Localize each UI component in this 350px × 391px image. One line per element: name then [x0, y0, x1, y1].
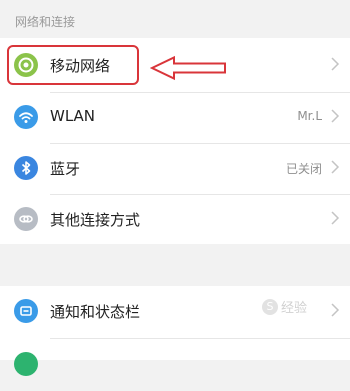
bluetooth-icon — [14, 156, 38, 180]
chevron-right-icon — [331, 211, 340, 225]
settings-item-partial[interactable] — [0, 339, 350, 391]
chevron-right-icon — [331, 57, 340, 71]
watermark-text: 经验 — [281, 301, 308, 316]
notification-icon — [14, 299, 38, 323]
link-icon — [14, 207, 38, 231]
annotation-highlight-box — [7, 45, 139, 85]
settings-item-other-connections[interactable]: 其他连接方式 — [0, 194, 350, 246]
watermark: S 经验 — [262, 297, 307, 316]
settings-item-bluetooth[interactable]: 蓝牙 已关闭 — [0, 143, 350, 195]
wlan-label: WLAN — [50, 107, 96, 125]
settings-item-wlan[interactable]: WLAN Mr.L — [0, 92, 350, 144]
watermark-logo: S — [262, 298, 278, 315]
wifi-icon — [14, 105, 38, 129]
annotation-arrow-icon — [150, 55, 226, 81]
bluetooth-label: 蓝牙 — [50, 160, 81, 178]
partial-green-icon — [14, 352, 38, 376]
chevron-right-icon — [331, 109, 340, 123]
bluetooth-value: 已关闭 — [285, 162, 322, 176]
chevron-right-icon — [331, 160, 340, 174]
wlan-value: Mr.L — [297, 109, 322, 123]
notifications-label: 通知和状态栏 — [50, 303, 141, 321]
chevron-right-icon — [331, 303, 340, 317]
other-connections-label: 其他连接方式 — [50, 211, 141, 229]
section-header: 网络和连接 — [15, 15, 76, 29]
